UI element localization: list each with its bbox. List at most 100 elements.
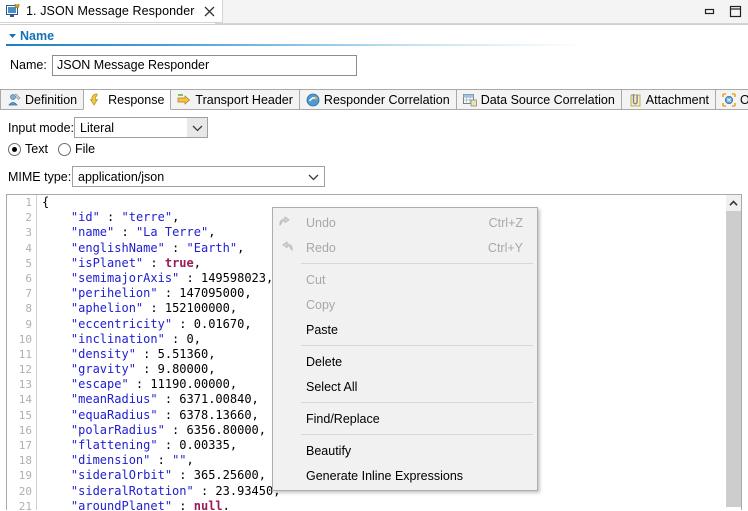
mime-type-select[interactable]: application/json — [72, 166, 325, 187]
line-number: 2 — [25, 211, 32, 225]
token-pun: : — [143, 255, 165, 270]
line-number: 4 — [25, 241, 32, 255]
tab-response[interactable]: Response — [83, 89, 172, 110]
line-number: 13 — [18, 378, 32, 392]
editor-titlebar: 1. JSON Message Responder — [0, 0, 748, 25]
token-pun — [42, 499, 71, 510]
tab-label: Data Source Correlation — [480, 92, 615, 107]
line-number: 5 — [25, 256, 32, 270]
token-pun: : — [157, 392, 180, 407]
data-source-icon — [462, 93, 477, 107]
tab-label: Definition — [25, 92, 78, 107]
menu-item-paste[interactable]: Paste — [273, 317, 537, 342]
token-lit: null — [193, 498, 223, 510]
mime-type-row: MIME type: application/json — [0, 166, 325, 187]
minimize-icon[interactable] — [702, 5, 716, 19]
name-row: Name: — [0, 52, 748, 78]
editor-icon — [6, 4, 21, 18]
line-number: 8 — [25, 302, 32, 316]
line-number: 3 — [25, 226, 32, 240]
tab-label: Transport Header — [195, 92, 293, 107]
tab-definition[interactable]: Definition — [0, 89, 85, 110]
line-number: 11 — [18, 347, 32, 361]
token-key: "meanRadius" — [70, 392, 158, 407]
token-pun — [42, 453, 71, 467]
mime-type-value: application/json — [78, 169, 165, 184]
token-str: "La Terre" — [135, 225, 209, 240]
radio-file[interactable]: File — [57, 142, 96, 156]
token-pun: , — [229, 377, 238, 392]
responder-correlation-icon — [306, 93, 320, 107]
chevron-down-icon[interactable] — [301, 167, 324, 186]
responder-editor-window: 1. JSON Message Responder Name Name: JSO… — [0, 0, 748, 511]
scroll-up-icon[interactable] — [726, 195, 741, 211]
token-pun: , — [208, 346, 216, 361]
menu-item-undo: Undo Ctrl+Z — [273, 210, 537, 235]
menu-item-select-all[interactable]: Select All — [273, 374, 537, 399]
radio-text[interactable]: Text — [8, 142, 48, 156]
token-num: 6356.80000 — [186, 422, 259, 437]
radio-text-indicator[interactable] — [8, 142, 21, 156]
token-pun: : — [172, 468, 194, 483]
radio-file-label: File — [74, 142, 96, 156]
token-pun — [42, 408, 71, 422]
menu-separator — [301, 434, 533, 435]
token-pun: , — [251, 392, 259, 407]
chevron-down-icon[interactable] — [6, 30, 18, 42]
token-num: 5.51360 — [157, 346, 209, 361]
token-pun: , — [186, 453, 194, 468]
menu-item-beautify[interactable]: Beautify — [273, 438, 537, 463]
token-lit: true — [164, 255, 194, 270]
tab-label: Options — [740, 92, 748, 107]
token-pun: : — [157, 407, 180, 422]
line-number: 14 — [18, 393, 32, 407]
chevron-down-icon[interactable] — [187, 118, 207, 137]
token-pun: : — [164, 331, 187, 346]
token-key: "name" — [70, 225, 115, 240]
token-pun: : — [193, 483, 216, 498]
token-pun: : — [135, 362, 158, 377]
tab-data-source-correlation[interactable]: Data Source Correlation — [455, 89, 622, 110]
token-key: "density" — [70, 346, 136, 361]
tab-responder-correlation[interactable]: Responder Correlation — [298, 89, 457, 110]
token-num: 9.80000 — [157, 362, 209, 377]
menu-item-shortcut: Ctrl+Y — [487, 240, 523, 255]
menu-item-generate-inline-expressions[interactable]: Generate Inline Expressions — [273, 463, 537, 488]
token-pun: , — [229, 438, 238, 452]
maximize-icon[interactable] — [728, 5, 742, 19]
tab-options[interactable]: Options — [715, 89, 748, 110]
tab-attachment[interactable]: Attachment — [620, 89, 717, 110]
token-pun: , — [251, 407, 259, 422]
name-input[interactable] — [52, 54, 357, 76]
editor-context-menu[interactable]: Undo Ctrl+Z Redo Ctrl+Y Cut Copy Paste Delete Se… — [272, 207, 538, 491]
name-section-header[interactable]: Name — [0, 25, 748, 46]
token-pun: , — [258, 468, 267, 483]
menu-item-delete[interactable]: Delete — [273, 349, 537, 374]
line-number: 21 — [18, 499, 32, 510]
tab-transport-header[interactable]: Transport Header — [170, 89, 300, 110]
token-pun — [42, 256, 71, 270]
source-type-radio-group: Text File — [8, 142, 95, 156]
radio-file-indicator[interactable] — [57, 142, 71, 156]
editor-vertical-scrollbar[interactable] — [725, 195, 741, 510]
token-key: "dimension" — [70, 453, 151, 468]
document-tab-json-message-responder[interactable]: 1. JSON Message Responder — [0, 0, 223, 23]
token-pun — [42, 484, 71, 498]
code-line[interactable]: "aroundPlanet" : null, — [42, 499, 725, 510]
token-pun — [42, 210, 71, 224]
line-number: 17 — [18, 439, 32, 452]
close-icon[interactable] — [203, 5, 216, 18]
token-pun — [42, 468, 71, 482]
line-number: 9 — [25, 317, 32, 331]
menu-item-label: Beautify — [306, 443, 352, 458]
menu-item-find-replace[interactable]: Find/Replace — [273, 406, 537, 431]
token-key: "polarRadius" — [70, 422, 165, 437]
token-pun: : — [128, 377, 151, 392]
menu-item-label: Find/Replace — [306, 411, 380, 426]
tab-label: Response — [108, 92, 165, 107]
scrollbar-thumb[interactable] — [726, 211, 741, 507]
token-pun — [42, 377, 71, 391]
token-pun: , — [222, 498, 230, 510]
name-label: Name: — [10, 58, 47, 72]
input-mode-select[interactable]: Literal — [74, 117, 208, 138]
